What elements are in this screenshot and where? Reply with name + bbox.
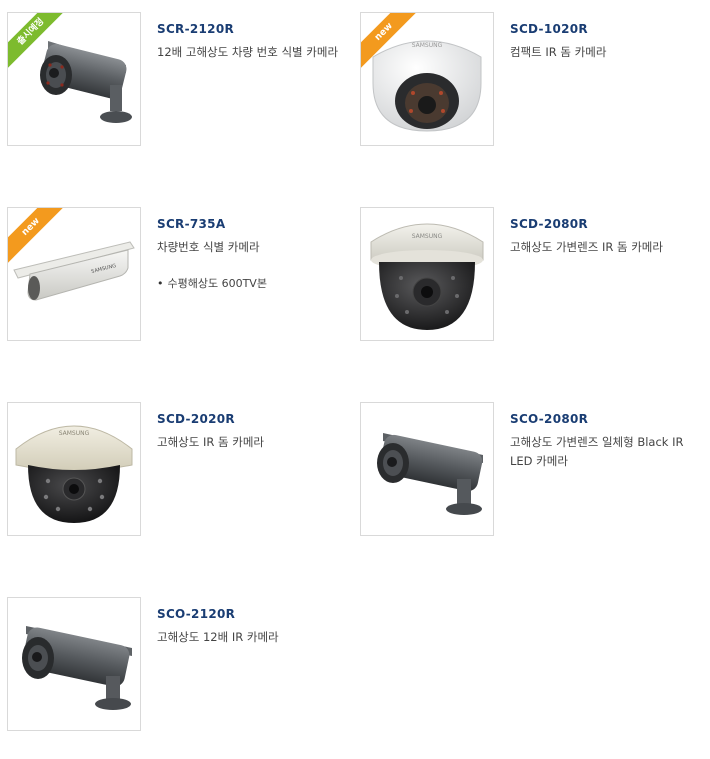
product-model-link[interactable]: SCO-2080R: [510, 412, 588, 426]
product-model-link[interactable]: SCD-2020R: [157, 412, 235, 426]
dome-camera-icon: SAMSUNG: [370, 223, 484, 330]
product-description: 12배 고해상도 차량 번호 식별 카메라: [157, 45, 339, 59]
product-description: 차량번호 식별 카메라: [157, 240, 260, 254]
product-item-sco-2080r: SCO-2080R 고해상도 가변렌즈 일체형 Black IR LED 카메라: [360, 402, 710, 537]
spec-text: 수평해상도 600TV본: [167, 277, 267, 290]
product-item-scr-2120r: 출시예정 SCR-2120R 12배 고해상도 차량 번호 식별 카메라: [7, 12, 357, 147]
product-model-link[interactable]: SCR-735A: [157, 217, 225, 231]
product-description: 고해상도 가변렌즈 일체형 Black IR LED 카메라: [510, 435, 684, 468]
product-description: 고해상도 12배 IR 카메라: [157, 630, 279, 644]
product-image-link[interactable]: [360, 402, 494, 536]
product-description: 컴팩트 IR 돔 카메라: [510, 45, 607, 59]
product-item-scr-735a: SAMSUNG new SCR-735A 차량번호 식별 카메라 • 수평해상도 …: [7, 207, 357, 342]
bullet-icon: •: [157, 277, 164, 290]
product-item-sco-2120r: SCO-2120R 고해상도 12배 IR 카메라: [7, 597, 357, 732]
dome-camera-icon: SAMSUNG: [15, 425, 133, 523]
spec-list-item: • 수평해상도 600TV본: [157, 275, 267, 291]
product-model-link[interactable]: SCO-2120R: [157, 607, 235, 621]
product-image-link[interactable]: SAMSUNG new: [360, 12, 494, 146]
product-image-link[interactable]: [7, 597, 141, 731]
product-item-scd-1020r: SAMSUNG new SCD-1020R 컴팩트 IR 돔 카메라: [360, 12, 710, 147]
product-image-link[interactable]: SAMSUNG new: [7, 207, 141, 341]
product-model-link[interactable]: SCR-2120R: [157, 22, 234, 36]
product-item-scd-2080r: SAMSUNG SCD-2080R 고해상도 가변렌즈 IR 돔 카메라: [360, 207, 710, 342]
product-image-link[interactable]: 출시예정: [7, 12, 141, 146]
samsung-logo: SAMSUNG: [412, 233, 443, 240]
bullet-camera-icon: [377, 433, 483, 515]
product-model-link[interactable]: SCD-1020R: [510, 22, 588, 36]
product-image-link[interactable]: SAMSUNG: [7, 402, 141, 536]
samsung-logo: SAMSUNG: [412, 42, 443, 49]
samsung-logo: SAMSUNG: [59, 430, 90, 437]
product-item-scd-2020r: SAMSUNG SCD-2020R 고해상도 IR 돔 카메라: [7, 402, 357, 537]
product-description: 고해상도 IR 돔 카메라: [157, 435, 264, 449]
product-model-link[interactable]: SCD-2080R: [510, 217, 588, 231]
bullet-camera-icon: [22, 626, 132, 710]
product-description: 고해상도 가변렌즈 IR 돔 카메라: [510, 240, 663, 254]
product-image-link[interactable]: SAMSUNG: [360, 207, 494, 341]
